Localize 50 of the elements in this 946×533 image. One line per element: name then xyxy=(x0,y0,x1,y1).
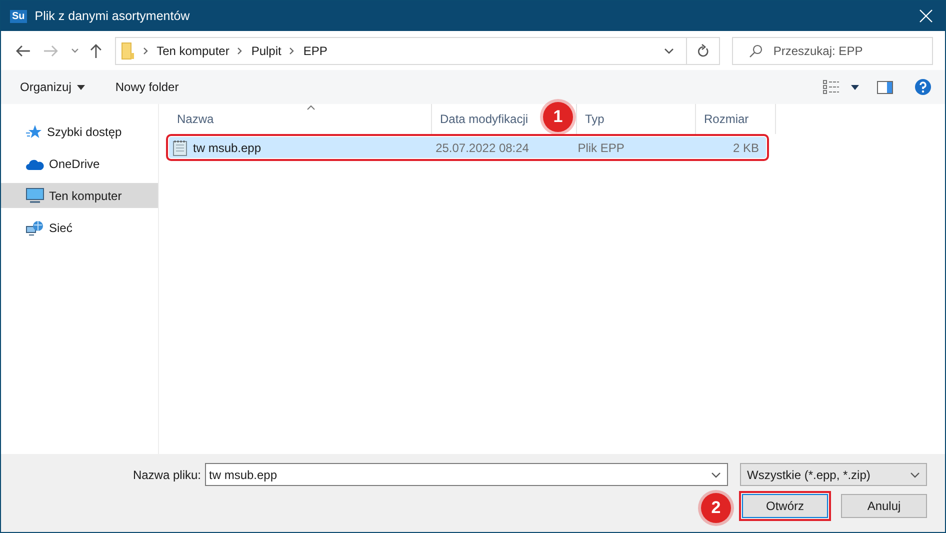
recent-chevron-icon[interactable] xyxy=(70,48,79,54)
cancel-button[interactable]: Anuluj xyxy=(841,494,927,518)
search-icon xyxy=(749,44,764,58)
column-header[interactable]: Rozmiar xyxy=(696,104,776,134)
search-field[interactable]: Przeszukaj: EPP xyxy=(732,36,934,64)
star-icon xyxy=(26,124,42,140)
back-arrow-icon[interactable] xyxy=(15,44,31,58)
dropdown-chevron-icon[interactable] xyxy=(664,48,674,54)
network-globe-icon xyxy=(26,220,44,236)
breadcrumb-item[interactable]: Ten komputer xyxy=(156,44,230,58)
refresh-icon[interactable] xyxy=(697,44,710,58)
caret-icon[interactable] xyxy=(851,84,859,90)
table-cell-text: Plik EPP xyxy=(576,140,626,154)
monitor-icon xyxy=(26,188,44,203)
chevron-icon xyxy=(237,46,244,54)
up-arrow-icon[interactable] xyxy=(88,42,103,58)
breadcrumb-item[interactable]: EPP xyxy=(303,44,328,58)
app-icon: Su xyxy=(10,10,27,22)
new-folder-button[interactable]: Nowy folder xyxy=(106,76,188,98)
organize-button[interactable]: Organizuj xyxy=(11,76,94,98)
dropdown-chevron-icon xyxy=(910,472,920,478)
dropdown-chevron-icon[interactable] xyxy=(711,472,721,478)
view-options-icon[interactable] xyxy=(823,80,839,94)
preview-pane-icon[interactable] xyxy=(877,80,893,94)
help-icon[interactable] xyxy=(915,79,931,95)
column-header[interactable]: Nazwa xyxy=(169,104,432,134)
close-icon[interactable] xyxy=(919,9,933,23)
cloud-icon xyxy=(26,158,44,170)
sidebar-item[interactable]: OneDrive xyxy=(1,151,158,176)
breadcrumb-item[interactable]: Pulpit xyxy=(251,44,282,58)
file-name: tw msub.epp xyxy=(193,140,262,154)
open-button[interactable]: Otwórz xyxy=(742,494,828,518)
chevron-icon xyxy=(142,46,149,54)
window-title: Plik z danymi asortymentów xyxy=(34,9,190,23)
step-number-badge: 1 xyxy=(543,102,573,132)
sidebar-item[interactable]: Ten komputer xyxy=(1,183,158,208)
folder-icon xyxy=(120,42,135,60)
file-name-label: Nazwa pliku: xyxy=(132,468,201,482)
column-header[interactable]: Typ xyxy=(577,104,696,134)
file-name-field[interactable]: tw msub.epp xyxy=(205,463,728,486)
file-type-dropdown[interactable]: Wszystkie (*.epp, *.zip) xyxy=(740,463,927,486)
sidebar-item[interactable]: Szybki dostęp xyxy=(1,119,158,144)
table-cell-text: 25.07.2022 08:24 xyxy=(434,140,530,154)
table-cell-text: 2 KB xyxy=(732,140,760,154)
chevron-icon xyxy=(289,46,296,54)
caret-icon xyxy=(77,84,86,90)
document-icon xyxy=(173,140,187,156)
sidebar-item[interactable]: Sieć xyxy=(1,215,158,240)
address-bar[interactable]: Ten komputer Pulpit EPP xyxy=(114,36,720,64)
file-row[interactable]: tw msub.epp 25.07.2022 08:24 Plik EPP 2 KB xyxy=(169,137,766,158)
